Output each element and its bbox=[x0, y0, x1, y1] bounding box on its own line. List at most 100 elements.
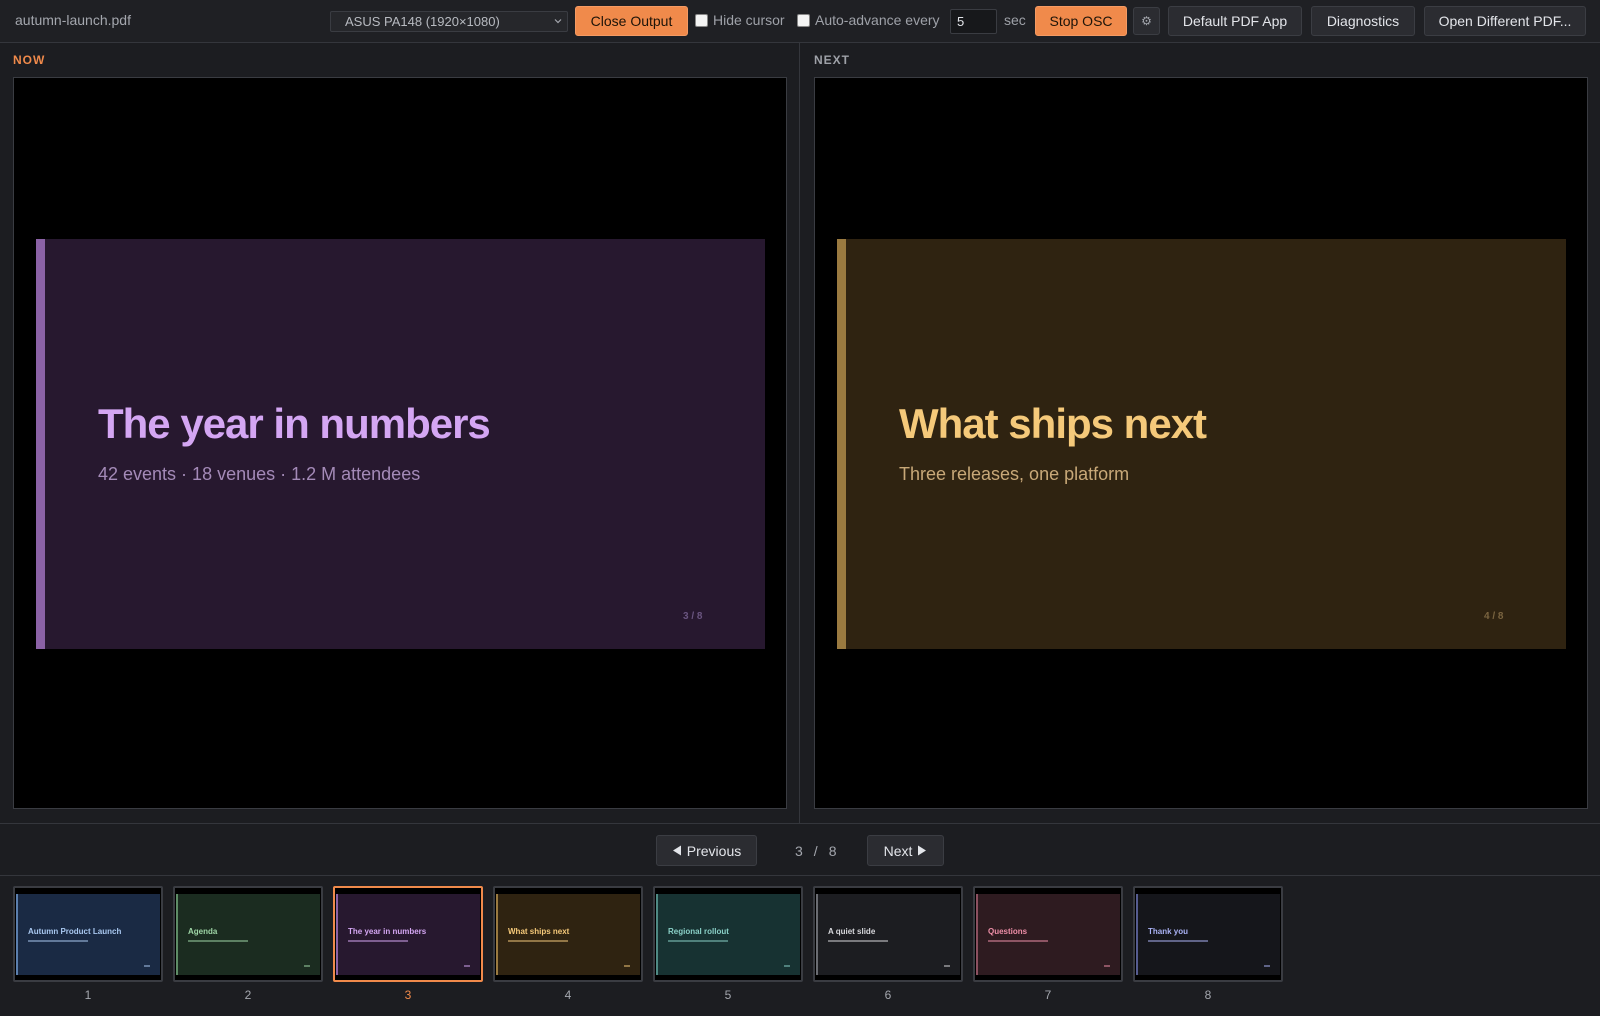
thumbnail-subtitle-line bbox=[348, 940, 448, 942]
next-pane-label: NEXT bbox=[814, 53, 851, 67]
slide-counter-separator: / bbox=[813, 843, 819, 859]
thumbnail-slide-preview: Autumn Product Launch bbox=[16, 894, 160, 975]
thumbnail-page-mark bbox=[784, 965, 790, 967]
thumbnail-subtitle-line bbox=[988, 940, 1088, 942]
thumbnail-slide-preview: Thank you bbox=[1136, 894, 1280, 975]
triangle-left-icon bbox=[672, 845, 681, 856]
thumbnail-page-mark bbox=[1104, 965, 1110, 967]
next-slide-accent-bar bbox=[837, 239, 846, 649]
previous-button-label: Previous bbox=[686, 842, 742, 859]
thumbnail-number: 1 bbox=[84, 988, 92, 1002]
thumbnail-subtitle-line bbox=[188, 940, 288, 942]
next-slide-subtitle: Three releases, one platform bbox=[899, 464, 1130, 484]
thumbnail-accent-bar bbox=[1136, 894, 1138, 975]
slide-thumbnail-strip: Autumn Product Launch 1 Agenda 2 The year in… bbox=[0, 877, 1600, 1016]
slide-counter: 3 / 8 bbox=[790, 843, 842, 859]
thumbnail-slide-preview: Questions bbox=[976, 894, 1120, 975]
next-slide-page-number: 4 / 8 bbox=[1484, 611, 1504, 622]
thumbnail-subtitle-line bbox=[1148, 940, 1248, 942]
output-display-value: ASUS PA148 (1920×1080) bbox=[345, 14, 500, 29]
next-button-label: Next bbox=[883, 842, 913, 859]
thumbnail-slide-preview: Agenda bbox=[176, 894, 320, 975]
thumbnail-subtitle-line bbox=[668, 940, 768, 942]
now-slide: The year in numbers 42 events · 18 venue… bbox=[36, 239, 765, 649]
thumbnail-accent-bar bbox=[336, 894, 338, 975]
chevron-down-icon bbox=[554, 19, 562, 24]
gear-icon: ⚙ bbox=[1141, 14, 1152, 28]
thumbnail-page-mark bbox=[944, 965, 950, 967]
previous-button[interactable]: Previous bbox=[656, 835, 757, 866]
current-slide-number: 3 bbox=[795, 843, 804, 859]
thumbnail-accent-bar bbox=[656, 894, 658, 975]
thumbnail-title: Agenda bbox=[188, 927, 218, 936]
slide-thumbnail[interactable]: Regional rollout bbox=[653, 886, 803, 982]
thumbnail-title: Questions bbox=[988, 927, 1028, 936]
slide-thumbnail[interactable]: Thank you bbox=[1133, 886, 1283, 982]
thumbnail-title: Thank you bbox=[1148, 927, 1189, 936]
thumbnail-number: 8 bbox=[1204, 988, 1212, 1002]
thumbnail-page-mark bbox=[624, 965, 630, 967]
thumbnail-number: 7 bbox=[1044, 988, 1052, 1002]
thumbnail-page-mark bbox=[464, 965, 470, 967]
next-button[interactable]: Next bbox=[867, 835, 944, 866]
seconds-unit-label: sec bbox=[1004, 12, 1026, 28]
hide-cursor-checkbox[interactable] bbox=[695, 14, 708, 27]
next-slide-title: What ships next bbox=[899, 400, 1207, 447]
stop-osc-button[interactable]: Stop OSC bbox=[1035, 6, 1127, 36]
thumbnail-title: Regional rollout bbox=[668, 927, 729, 936]
slide-thumbnail[interactable]: A quiet slide bbox=[813, 886, 963, 982]
slide-thumbnail[interactable]: The year in numbers bbox=[333, 886, 483, 982]
auto-advance-label: Auto-advance every bbox=[815, 12, 940, 28]
slide-thumbnail[interactable]: Agenda bbox=[173, 886, 323, 982]
slide-thumbnail[interactable]: What ships next bbox=[493, 886, 643, 982]
now-slide-page-number: 3 / 8 bbox=[683, 611, 703, 622]
thumbnail-accent-bar bbox=[976, 894, 978, 975]
thumbnail-title: Autumn Product Launch bbox=[28, 927, 122, 936]
hide-cursor-label: Hide cursor bbox=[713, 12, 785, 28]
slide-navigation-bar: Previous 3 / 8 Next bbox=[0, 823, 1600, 876]
thumbnail-number: 3 bbox=[404, 988, 412, 1002]
open-different-pdf-button[interactable]: Open Different PDF... bbox=[1424, 6, 1586, 36]
thumbnail-subtitle-line bbox=[28, 940, 128, 942]
now-slide-subtitle: 42 events · 18 venues · 1.2 M attendees bbox=[98, 464, 421, 484]
top-toolbar: autumn-launch.pdf ASUS PA148 (1920×1080)… bbox=[0, 0, 1600, 43]
thumbnail-page-mark bbox=[1264, 965, 1270, 967]
now-slide-accent-bar bbox=[36, 239, 45, 649]
thumbnail-title: The year in numbers bbox=[348, 927, 427, 936]
settings-gear-button[interactable]: ⚙ bbox=[1133, 7, 1160, 35]
pane-divider bbox=[799, 43, 800, 823]
thumbnail-accent-bar bbox=[176, 894, 178, 975]
thumbnail-title: A quiet slide bbox=[828, 927, 876, 936]
slide-thumbnail[interactable]: Questions bbox=[973, 886, 1123, 982]
thumbnail-number: 6 bbox=[884, 988, 892, 1002]
slide-thumbnail[interactable]: Autumn Product Launch bbox=[13, 886, 163, 982]
auto-advance-seconds-input[interactable]: 5 bbox=[950, 9, 997, 34]
now-slide-preview: The year in numbers 42 events · 18 venue… bbox=[13, 77, 787, 809]
total-slide-count: 8 bbox=[828, 843, 838, 859]
thumbnail-page-mark bbox=[144, 965, 150, 967]
now-slide-title: The year in numbers bbox=[98, 400, 491, 447]
thumbnail-subtitle-line bbox=[508, 940, 608, 942]
thumbnail-slide-preview: A quiet slide bbox=[816, 894, 960, 975]
thumbnail-title: What ships next bbox=[508, 927, 570, 936]
thumbnail-slide-preview: The year in numbers bbox=[336, 894, 480, 975]
next-slide: What ships next Three releases, one plat… bbox=[837, 239, 1566, 649]
triangle-right-icon bbox=[918, 845, 927, 856]
diagnostics-button[interactable]: Diagnostics bbox=[1311, 6, 1415, 36]
output-display-select[interactable]: ASUS PA148 (1920×1080) bbox=[330, 11, 568, 32]
document-filename: autumn-launch.pdf bbox=[15, 12, 131, 28]
thumbnail-subtitle-line bbox=[828, 940, 928, 942]
thumbnail-accent-bar bbox=[496, 894, 498, 975]
thumbnail-page-mark bbox=[304, 965, 310, 967]
default-pdf-app-button[interactable]: Default PDF App bbox=[1168, 6, 1302, 36]
thumbnail-slide-preview: What ships next bbox=[496, 894, 640, 975]
thumbnail-slide-preview: Regional rollout bbox=[656, 894, 800, 975]
thumbnail-accent-bar bbox=[816, 894, 818, 975]
now-pane-label: NOW bbox=[13, 53, 46, 67]
thumbnail-accent-bar bbox=[16, 894, 18, 975]
thumbnail-number: 2 bbox=[244, 988, 252, 1002]
thumbnail-number: 5 bbox=[724, 988, 732, 1002]
next-slide-preview: What ships next Three releases, one plat… bbox=[814, 77, 1588, 809]
auto-advance-checkbox[interactable] bbox=[797, 14, 810, 27]
close-output-button[interactable]: Close Output bbox=[575, 6, 688, 36]
